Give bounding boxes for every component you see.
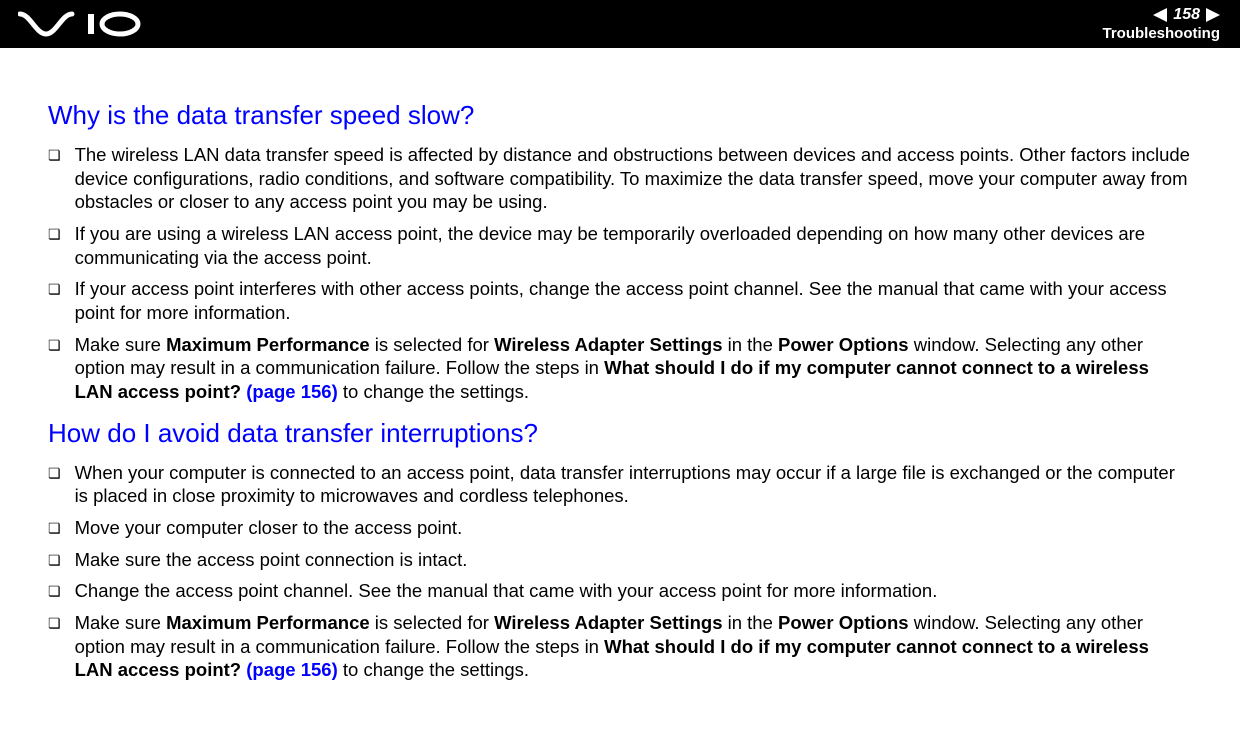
page-number: 158 (1173, 6, 1200, 24)
bullet-list: ❏ When your computer is connected to an a… (48, 461, 1192, 682)
text-run: in the (722, 612, 778, 633)
bullet-text: When your computer is connected to an ac… (75, 461, 1192, 508)
text-run: in the (722, 334, 778, 355)
bullet-marker-icon: ❏ (48, 147, 61, 165)
text-run: is selected for (370, 612, 494, 633)
bullet-text: Make sure Maximum Performance is selecte… (75, 611, 1192, 682)
list-item: ❏ The wireless LAN data transfer speed is… (48, 143, 1192, 214)
page-nav: 158 (1103, 6, 1221, 24)
bullet-text: If your access point interferes with oth… (75, 277, 1192, 324)
text-run: Wireless Adapter Settings (494, 334, 722, 355)
bullet-text: The wireless LAN data transfer speed is … (75, 143, 1192, 214)
bullet-marker-icon: ❏ (48, 520, 61, 538)
header-bar: 158 Troubleshooting (0, 0, 1240, 48)
text-run: Make sure the access point connection is… (75, 549, 468, 570)
prev-page-arrow-icon[interactable] (1153, 8, 1167, 22)
text-run: If you are using a wireless LAN access p… (75, 223, 1146, 268)
text-run: If your access point interferes with oth… (75, 278, 1167, 323)
bullet-marker-icon: ❏ (48, 281, 61, 299)
bullet-text: If you are using a wireless LAN access p… (75, 222, 1192, 269)
list-item: ❏ Make sure Maximum Performance is select… (48, 611, 1192, 682)
text-run: Maximum Performance (166, 612, 370, 633)
text-run: When your computer is connected to an ac… (75, 462, 1175, 507)
list-item: ❏ If you are using a wireless LAN access … (48, 222, 1192, 269)
bullet-marker-icon: ❏ (48, 615, 61, 633)
text-run: to change the settings. (338, 381, 529, 402)
vaio-logo (18, 10, 158, 38)
question-heading: How do I avoid data transfer interruptio… (48, 418, 1192, 449)
next-page-arrow-icon[interactable] (1206, 8, 1220, 22)
bullet-marker-icon: ❏ (48, 337, 61, 355)
vaio-logo-svg (18, 10, 158, 38)
text-run: Make sure (75, 334, 167, 355)
bullet-text: Make sure Maximum Performance is selecte… (75, 333, 1192, 404)
text-run: Wireless Adapter Settings (494, 612, 722, 633)
text-run: to change the settings. (338, 659, 529, 680)
text-run: Change the access point channel. See the… (75, 580, 938, 601)
text-run: The wireless LAN data transfer speed is … (75, 144, 1190, 212)
bullet-list: ❏ The wireless LAN data transfer speed is… (48, 143, 1192, 404)
bullet-text: Move your computer closer to the access … (75, 516, 1192, 540)
list-item: ❏ Move your computer closer to the access… (48, 516, 1192, 540)
page-content: Why is the data transfer speed slow? ❏ The… (0, 48, 1240, 682)
bullet-marker-icon: ❏ (48, 552, 61, 570)
list-item: ❏ Make sure Maximum Performance is select… (48, 333, 1192, 404)
list-item: ❏ When your computer is connected to an a… (48, 461, 1192, 508)
text-run: Power Options (778, 334, 909, 355)
question-heading: Why is the data transfer speed slow? (48, 100, 1192, 131)
text-run: is selected for (370, 334, 494, 355)
bullet-text: Make sure the access point connection is… (75, 548, 1192, 572)
text-run: Maximum Performance (166, 334, 370, 355)
list-item: ❏ If your access point interferes with ot… (48, 277, 1192, 324)
page-reference-link[interactable]: (page 156) (246, 659, 338, 680)
header-right: 158 Troubleshooting (1103, 6, 1221, 42)
page-reference-link[interactable]: (page 156) (246, 381, 338, 402)
bullet-text: Change the access point channel. See the… (75, 579, 1192, 603)
section-label: Troubleshooting (1103, 26, 1221, 43)
bullet-marker-icon: ❏ (48, 583, 61, 601)
bullet-marker-icon: ❏ (48, 465, 61, 483)
list-item: ❏ Make sure the access point connection i… (48, 548, 1192, 572)
text-run: Make sure (75, 612, 167, 633)
text-run: Power Options (778, 612, 909, 633)
list-item: ❏ Change the access point channel. See th… (48, 579, 1192, 603)
text-run: Move your computer closer to the access … (75, 517, 463, 538)
bullet-marker-icon: ❏ (48, 226, 61, 244)
